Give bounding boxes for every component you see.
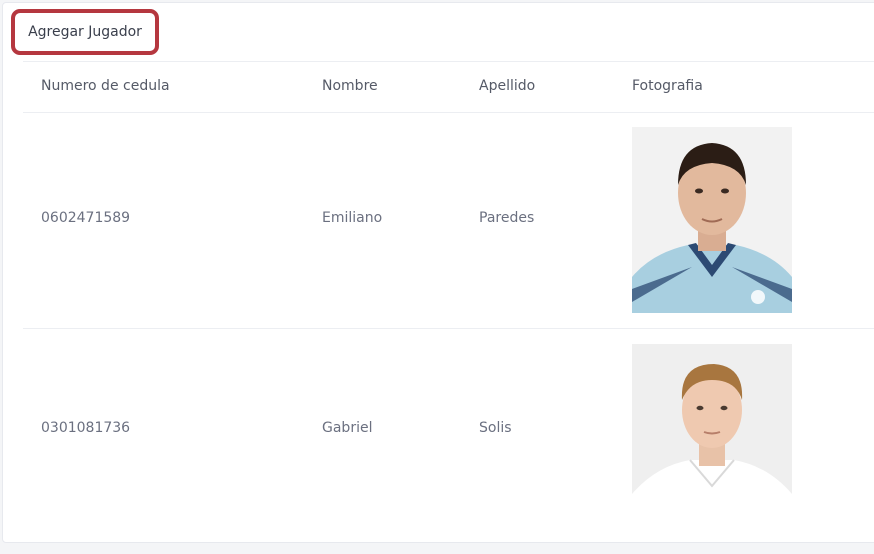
add-player-button-label: Agregar Jugador xyxy=(28,24,142,40)
players-card: Agregar Jugador Numero de cedula Nombre … xyxy=(2,2,874,543)
cell-apellido: Solis xyxy=(479,420,512,436)
cell-cedula: 0301081736 xyxy=(41,420,131,436)
player-photo-goalkeeper xyxy=(632,127,792,313)
table-row: 0602471589 Emiliano Paredes xyxy=(23,112,874,329)
cell-nombre: Gabriel xyxy=(322,420,373,436)
player-photo xyxy=(632,127,792,313)
table-header: Numero de cedula Nombre Apellido Fotogra… xyxy=(23,61,874,113)
cell-apellido: Paredes xyxy=(479,210,535,226)
add-player-button[interactable]: Agregar Jugador xyxy=(11,9,159,55)
player-photo xyxy=(632,344,792,512)
header-nombre: Nombre xyxy=(322,78,378,94)
table-row: 0301081736 Gabriel Solis xyxy=(23,329,874,529)
cell-nombre: Emiliano xyxy=(322,210,383,226)
cell-cedula: 0602471589 xyxy=(41,210,131,226)
header-fotografia: Fotografia xyxy=(632,78,703,94)
player-photo-white-kit xyxy=(632,344,792,512)
header-cedula: Numero de cedula xyxy=(41,78,170,94)
header-apellido: Apellido xyxy=(479,78,536,94)
